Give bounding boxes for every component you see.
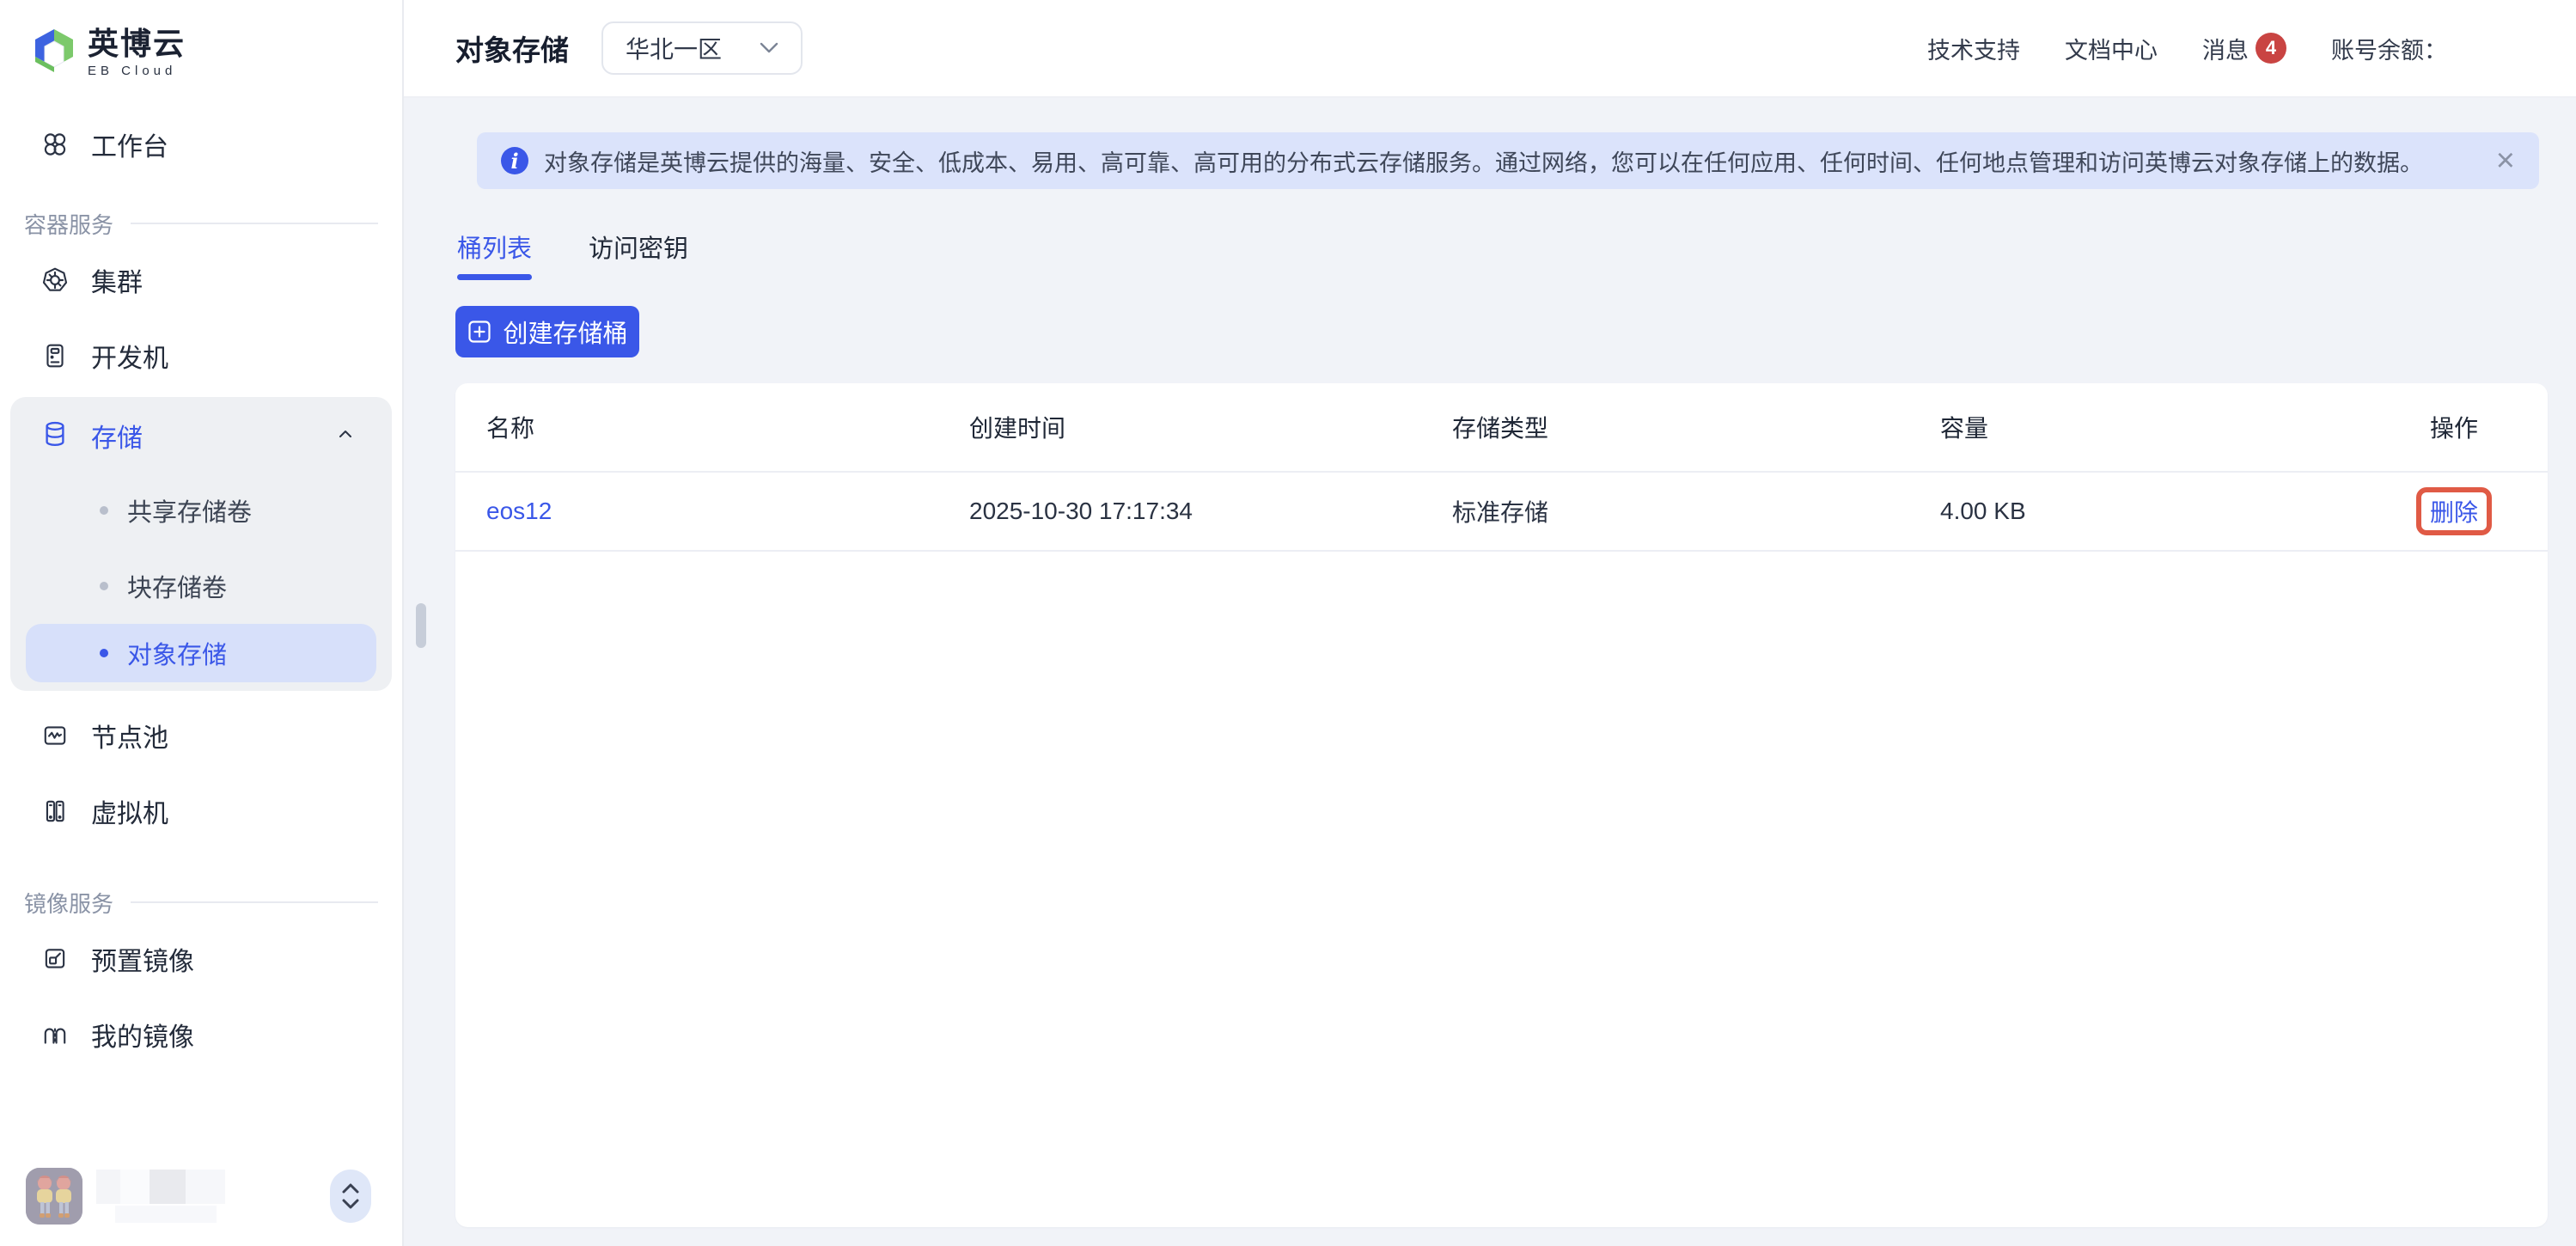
chevron-up-icon [333,422,357,450]
brand-hexagon-icon [33,27,76,79]
sidebar-item-nodepool[interactable]: 节点池 [0,698,402,773]
devmachine-icon [41,342,69,370]
table-row: eos12 2025-10-30 17:17:34 标准存储 4.00 KB 删… [455,473,2548,552]
sidebar-collapse-toggle[interactable] [330,1170,371,1223]
sidebar-subitem-label: 对象存储 [127,635,227,671]
page-title: 对象存储 [455,27,569,69]
user-row [0,1164,402,1246]
sidebar-item-label: 我的镜像 [91,1016,194,1054]
sidebar-nav: 工作台 容器服务 集群 [0,81,402,1246]
grid-icon [41,131,69,158]
balance-label: 账号余额： [2331,32,2447,65]
region-select[interactable]: 华北一区 [601,21,803,75]
section-label: 镜像服务 [24,887,113,919]
sidebar-item-shared-volume[interactable]: 共享存储卷 [10,473,392,548]
sidebar-item-label: 工作台 [91,125,168,163]
bucket-type-cell: 标准存储 [1452,494,1940,528]
tab-bar: 桶列表 访问密钥 [457,229,2548,280]
message-count-badge: 4 [2256,33,2286,64]
plus-square-icon [467,319,492,345]
delete-link[interactable]: 删除 [2430,499,2478,526]
sidebar-item-my-image[interactable]: 我的镜像 [0,997,402,1072]
delete-action-highlight: 删除 [2416,487,2492,535]
banner-text: 对象存储是英博云提供的海量、安全、低成本、易用、高可靠、高可用的分布式云存储服务… [544,144,2477,178]
chevron-up-icon [339,1182,362,1195]
brand-subtitle: EB Cloud [88,64,186,77]
sidebar-item-label: 开发机 [91,337,168,375]
section-divider [131,223,378,224]
bullet-icon [100,582,108,590]
sidebar-item-object-storage[interactable]: 对象存储 [26,624,376,682]
kubernetes-icon [41,266,69,294]
sidebar: 英博云 EB Cloud 工作台 容器服务 [0,0,404,1246]
info-icon: i [501,147,528,174]
column-header-created: 创建时间 [969,410,1452,444]
table-header-row: 名称 创建时间 存储类型 容量 操作 [455,383,2548,473]
section-label: 容器服务 [24,208,113,240]
sidebar-item-label: 节点池 [91,717,168,754]
sidebar-item-workbench[interactable]: 工作台 [0,107,402,182]
app-window: 英博云 EB Cloud 工作台 容器服务 [0,0,2576,1246]
brand-name: 英博云 [88,28,186,59]
sidebar-item-vm[interactable]: 虚拟机 [0,773,402,849]
tab-bucket-list[interactable]: 桶列表 [457,229,532,280]
sidebar-item-preset-image[interactable]: 预置镜像 [0,921,402,997]
my-image-icon [41,1021,69,1048]
content: i 对象存储是英博云提供的海量、安全、低成本、易用、高可靠、高可用的分布式云存储… [404,98,2576,1246]
nodepool-icon [41,722,69,749]
preset-image-icon [41,945,69,973]
bucket-table-card: 名称 创建时间 存储类型 容量 操作 eos12 2025-10-30 17:1… [455,383,2548,1227]
sidebar-item-devmachine[interactable]: 开发机 [0,318,402,394]
bullet-icon [100,506,108,515]
info-banner: i 对象存储是英博云提供的海量、安全、低成本、易用、高可靠、高可用的分布式云存储… [477,132,2539,189]
bullet-icon [100,649,108,657]
messages-label: 消息 [2202,32,2249,65]
sidebar-subitem-label: 共享存储卷 [127,492,252,528]
sidebar-item-label: 预置镜像 [91,940,194,978]
support-link[interactable]: 技术支持 [1927,32,2020,65]
tab-access-keys[interactable]: 访问密钥 [589,229,688,280]
create-bucket-button[interactable]: 创建存储桶 [455,306,639,357]
bucket-created-cell: 2025-10-30 17:17:34 [969,498,1452,525]
section-image-services: 镜像服务 [0,883,402,921]
sidebar-subitem-label: 块存储卷 [127,568,227,604]
storage-group: 存储 共享存储卷 块存储卷 对象存储 [10,397,392,691]
sidebar-item-cluster[interactable]: 集群 [0,242,402,318]
main-area: 对象存储 华北一区 技术支持 文档中心 消息 4 账号余额： i 对象存储是 [404,0,2576,1246]
column-header-actions: 操作 [2430,410,2548,444]
close-icon[interactable]: × [2493,144,2518,177]
vm-icon [41,797,69,825]
avatar[interactable] [26,1168,82,1225]
region-value: 华北一区 [626,31,722,65]
brand-logo: 英博云 EB Cloud [0,19,402,81]
scrollbar-thumb[interactable] [416,603,426,648]
database-icon [41,420,69,452]
chevron-down-icon [339,1197,362,1211]
messages-link[interactable]: 消息 4 [2202,32,2286,65]
sidebar-item-label: 集群 [91,261,143,299]
create-bucket-label: 创建存储桶 [503,314,627,350]
column-header-name: 名称 [486,410,969,444]
sidebar-item-block-volume[interactable]: 块存储卷 [10,548,392,624]
chevron-down-icon [760,42,778,54]
column-header-size: 容量 [1940,410,2430,444]
sidebar-item-label: 存储 [91,417,311,455]
column-header-type: 存储类型 [1452,410,1940,444]
sidebar-item-storage[interactable]: 存储 [10,399,392,473]
section-container-services: 容器服务 [0,205,402,242]
docs-link[interactable]: 文档中心 [2065,32,2158,65]
username-redacted [96,1170,225,1223]
bucket-size-cell: 4.00 KB [1940,498,2430,525]
section-divider [131,901,378,903]
sidebar-item-label: 虚拟机 [91,792,168,830]
topbar: 对象存储 华北一区 技术支持 文档中心 消息 4 账号余额： [404,0,2576,98]
bucket-name-link[interactable]: eos12 [486,498,969,525]
